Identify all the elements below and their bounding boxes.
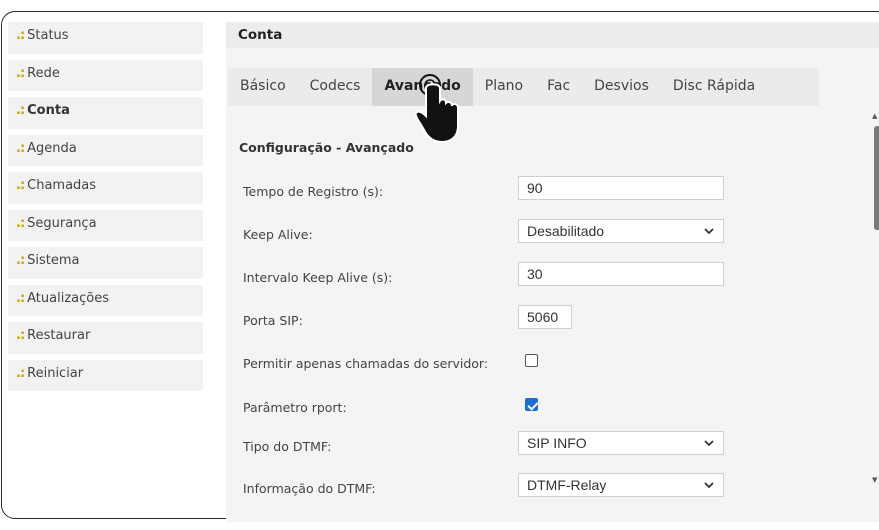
bullet-icon: .: [16,65,25,81]
keep-alive-select[interactable]: Desabilitado [518,219,724,243]
field-label: Porta SIP: [243,313,303,328]
sidebar-item-agenda[interactable]: .: Agenda [8,134,203,166]
sidebar-item-atualizacoes[interactable]: .: Atualizações [8,284,203,316]
sidebar-item-label: Status [27,28,69,43]
sidebar-item-status[interactable]: .: Status [8,22,203,54]
field-label: Permitir apenas chamadas do servidor: [243,356,489,371]
tipo-dtmf-select[interactable]: SIP INFO [518,431,724,455]
sidebar-item-label: Segurança [27,215,97,231]
section-title: Conta [226,22,879,48]
tab-disc-rapida[interactable]: Disc Rápida [661,68,767,106]
sidebar-nav: .: Status .: Rede .: Conta .: Agenda .: Chama… [8,22,203,397]
row-tempo-registro: Tempo de Registro (s): 90 [226,172,879,212]
field-label: Tempo de Registro (s): [243,184,384,199]
field-label: Keep Alive: [243,227,313,242]
config-section-title: Configuração - Avançado [239,140,414,155]
intervalo-keep-alive-input[interactable]: 30 [518,262,724,286]
info-dtmf-select[interactable]: DTMF-Relay [518,473,724,497]
row-porta-sip: Porta SIP: 5060 [226,301,879,341]
scroll-up-icon[interactable]: ▲ [872,112,877,120]
bullet-icon: .: [16,290,25,306]
field-label: Intervalo Keep Alive (s): [243,270,393,285]
sidebar-item-seguranca[interactable]: .: Segurança [8,209,203,241]
sidebar-item-rede[interactable]: .: Rede [8,59,203,91]
select-value: SIP INFO [527,435,587,451]
main-panel: Conta Básico Codecs Avançado Plano Fac D… [226,22,879,522]
chevron-down-icon [704,220,714,250]
scrollbar[interactable]: ▲ ▼ [872,112,879,492]
permitir-servidor-checkbox[interactable] [525,354,538,367]
sidebar-item-label: Chamadas [27,178,97,193]
bullet-icon: .: [16,365,25,381]
field-label: Informação do DTMF: [243,481,376,496]
sidebar-item-reiniciar[interactable]: .: Reiniciar [8,359,203,391]
scroll-thumb[interactable] [874,126,879,230]
sidebar-item-label: Agenda [27,140,77,156]
tempo-registro-input[interactable]: 90 [518,176,724,200]
row-permitir-servidor: Permitir apenas chamadas do servidor: [226,344,879,384]
sidebar-item-label: Rede [27,65,60,81]
tab-fac[interactable]: Fac [535,68,582,106]
sidebar-item-label: Restaurar [27,328,91,343]
sidebar-item-label: Atualizações [27,290,109,306]
sidebar-item-conta[interactable]: .: Conta [8,97,203,129]
sidebar-item-chamadas[interactable]: .: Chamadas [8,172,203,204]
tab-bar: Básico Codecs Avançado Plano Fac Desvios… [228,68,819,106]
parametro-rport-checkbox[interactable] [525,398,538,411]
tab-basico[interactable]: Básico [228,68,298,106]
bullet-icon: .: [16,215,25,231]
row-keep-alive: Keep Alive: Desabilitado [226,215,879,255]
row-intervalo-keep-alive: Intervalo Keep Alive (s): 30 [226,258,879,298]
sidebar-item-label: Sistema [27,253,80,268]
tab-codecs[interactable]: Codecs [298,68,373,106]
sidebar-item-label: Reiniciar [27,365,84,381]
porta-sip-input[interactable]: 5060 [518,305,572,329]
bullet-icon: .: [16,140,25,156]
sidebar-item-restaurar[interactable]: .: Restaurar [8,322,203,354]
tab-avancado[interactable]: Avançado [372,68,473,106]
tab-plano[interactable]: Plano [473,68,535,106]
bullet-icon: .: [16,178,25,193]
bullet-icon: .: [16,253,25,268]
bullet-icon: .: [16,328,25,343]
row-parametro-rport: Parâmetro rport: [226,388,879,428]
scroll-down-icon[interactable]: ▼ [872,476,877,484]
tab-desvios[interactable]: Desvios [582,68,661,106]
bullet-icon: .: [16,103,25,118]
row-tipo-dtmf: Tipo do DTMF: SIP INFO [226,427,879,467]
chevron-down-icon [704,432,714,462]
chevron-down-icon [704,474,714,504]
field-label: Parâmetro rport: [243,400,347,415]
select-value: DTMF-Relay [527,477,607,493]
bullet-icon: .: [16,28,25,43]
sidebar-item-label: Conta [27,103,70,118]
row-info-dtmf: Informação do DTMF: DTMF-Relay [226,469,879,509]
sidebar-item-sistema[interactable]: .: Sistema [8,247,203,279]
select-value: Desabilitado [527,223,605,239]
field-label: Tipo do DTMF: [243,439,332,454]
